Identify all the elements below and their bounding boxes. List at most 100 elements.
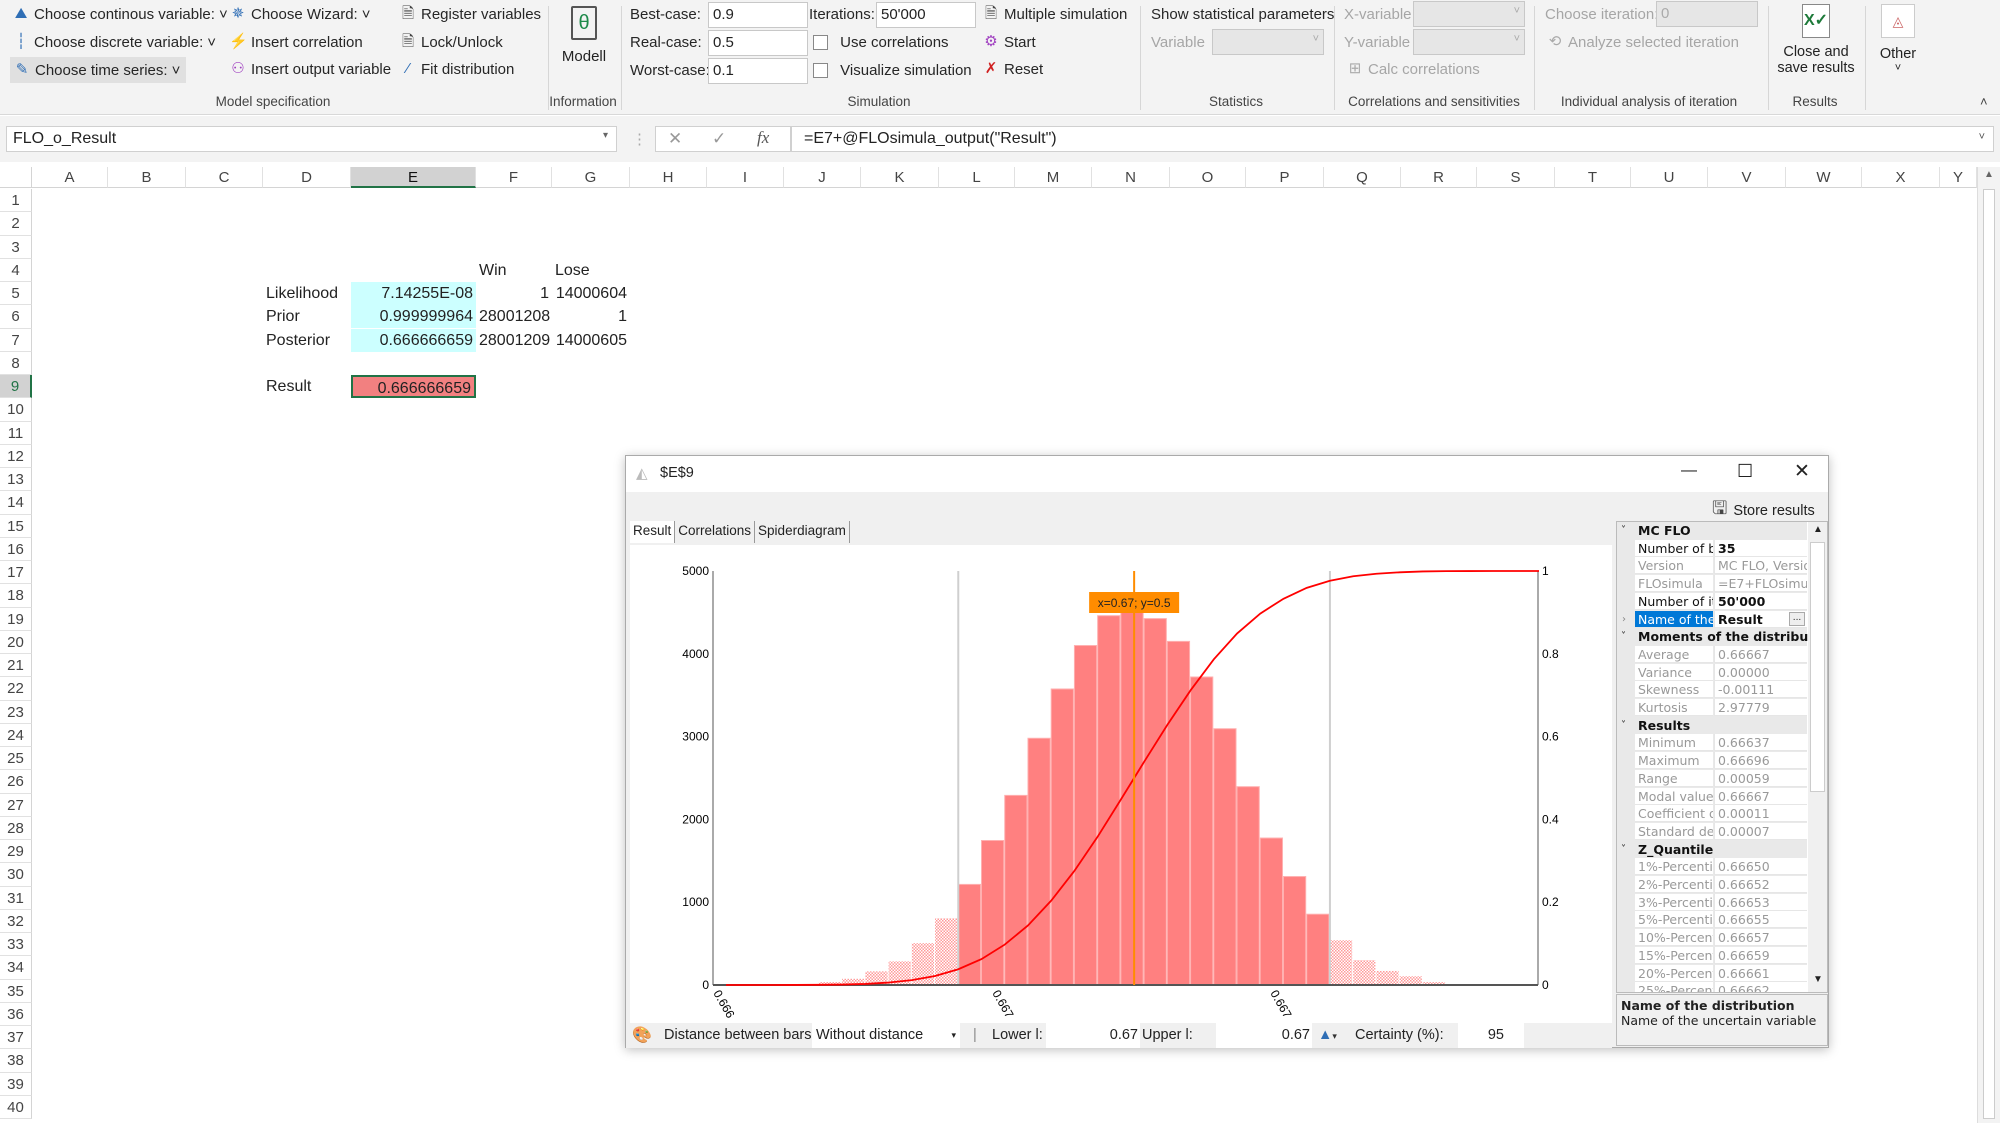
- insert-function-button[interactable]: fx: [757, 128, 769, 148]
- row-header-38[interactable]: 38: [0, 1049, 32, 1073]
- ellipsis-button[interactable]: ...: [1789, 611, 1805, 626]
- calc-correlations-button[interactable]: ⊞ Calc correlations: [1346, 57, 1480, 81]
- insert-output-variable-button[interactable]: ⚇ Insert output variable: [229, 57, 391, 81]
- column-header-M[interactable]: M: [1015, 167, 1092, 188]
- row-header-36[interactable]: 36: [0, 1002, 32, 1026]
- row-header-23[interactable]: 23: [0, 700, 32, 724]
- property-row[interactable]: Name of the Result ›...: [1617, 610, 1807, 629]
- property-row[interactable]: Kurtosis 2.97779: [1617, 699, 1807, 717]
- iterations-input[interactable]: 50'000: [876, 2, 976, 28]
- cell-D6[interactable]: Prior: [263, 305, 351, 328]
- property-row[interactable]: Number of bins35: [1617, 539, 1807, 558]
- cell-E5[interactable]: 7.14255E-08: [351, 282, 476, 305]
- name-box[interactable]: FLO_o_Result ▾: [6, 126, 617, 152]
- column-header-T[interactable]: T: [1555, 167, 1631, 188]
- column-header-S[interactable]: S: [1477, 167, 1555, 188]
- property-row[interactable]: 10%-Percentile0.66657: [1617, 929, 1807, 947]
- row-header-31[interactable]: 31: [0, 886, 32, 910]
- column-header-A[interactable]: A: [32, 167, 108, 188]
- certainty-mode-icon[interactable]: ▲▾: [1318, 1023, 1337, 1048]
- column-header-L[interactable]: L: [939, 167, 1015, 188]
- property-row[interactable]: Standard dev0.00007: [1617, 822, 1807, 841]
- cell-G4[interactable]: Lose: [552, 259, 630, 282]
- row-header-13[interactable]: 13: [0, 468, 32, 492]
- close-button[interactable]: ✕: [1794, 460, 1810, 483]
- row-header-10[interactable]: 10: [0, 398, 32, 422]
- column-header-J[interactable]: J: [784, 167, 861, 188]
- reset-button[interactable]: ✗ Reset: [982, 57, 1043, 81]
- row-header-27[interactable]: 27: [0, 793, 32, 817]
- scrollbar-thumb[interactable]: [1810, 542, 1825, 792]
- property-row[interactable]: 5%-Percentile0.66655: [1617, 911, 1807, 929]
- column-header-E[interactable]: E: [351, 167, 476, 188]
- column-header-K[interactable]: K: [861, 167, 939, 188]
- choose-time-series-button[interactable]: ✎ Choose time series: ˅: [10, 57, 187, 83]
- row-header-5[interactable]: 5: [0, 282, 32, 306]
- row-header-7[interactable]: 7: [0, 328, 32, 352]
- fit-distribution-button[interactable]: ⁄ Fit distribution: [399, 57, 515, 81]
- property-row[interactable]: FLOsimula=E7+FLOsimula: [1617, 575, 1807, 593]
- property-row[interactable]: Skewness -0.00111: [1617, 681, 1807, 699]
- property-row[interactable]: 2%-Percentile0.66652: [1617, 876, 1807, 894]
- column-header-Q[interactable]: Q: [1324, 167, 1401, 188]
- column-header-R[interactable]: R: [1401, 167, 1477, 188]
- property-row[interactable]: Coefficient of 0.00011: [1617, 805, 1807, 823]
- property-row[interactable]: Modal value 0.66667: [1617, 787, 1807, 806]
- row-header-40[interactable]: 40: [0, 1095, 32, 1119]
- property-row[interactable]: 15%-Percentile0.66659: [1617, 946, 1807, 965]
- column-header-D[interactable]: D: [263, 167, 351, 188]
- property-row[interactable]: 1%-Percentile0.66650: [1617, 858, 1807, 876]
- lock-unlock-button[interactable]: 🗎 Lock/Unlock: [399, 30, 503, 54]
- column-header-X[interactable]: X: [1862, 167, 1940, 188]
- column-header-I[interactable]: I: [707, 167, 784, 188]
- property-grid-scrollbar[interactable]: ▲ ▼: [1808, 522, 1827, 992]
- property-row[interactable]: Minimum 0.66637: [1617, 734, 1807, 752]
- choose-continuous-variable-button[interactable]: ⛰ Choose continous variable: ˅: [12, 2, 228, 26]
- x-variable-select[interactable]: ˅: [1413, 1, 1525, 27]
- show-statistical-parameters-button[interactable]: Show statistical parameters: [1151, 2, 1334, 26]
- column-header-P[interactable]: P: [1246, 167, 1324, 188]
- visualize-simulation-checkbox[interactable]: Visualize simulation: [813, 58, 972, 82]
- chevron-down-icon[interactable]: ˅: [1621, 841, 1626, 859]
- cell-G5[interactable]: 14000604: [552, 282, 630, 305]
- cell-F5[interactable]: 1: [476, 282, 552, 305]
- row-header-16[interactable]: 16: [0, 537, 32, 561]
- analyze-selected-iteration-button[interactable]: ⟲ Analyze selected iteration: [1546, 30, 1739, 54]
- certainty-input[interactable]: 95: [1458, 1023, 1524, 1048]
- row-header-24[interactable]: 24: [0, 723, 32, 747]
- property-row[interactable]: Average 0.66667: [1617, 645, 1807, 664]
- palette-icon[interactable]: 🎨: [632, 1023, 652, 1048]
- column-header-W[interactable]: W: [1786, 167, 1862, 188]
- category-moments-of-the-distribution[interactable]: ˅ Moments of the distribution: [1617, 628, 1827, 646]
- select-all-corner[interactable]: [0, 167, 32, 188]
- column-header-Y[interactable]: Y: [1940, 167, 1977, 188]
- property-row[interactable]: Variance 0.00000: [1617, 663, 1807, 682]
- row-header-6[interactable]: 6: [0, 305, 32, 329]
- chevron-down-icon[interactable]: ˅: [1621, 717, 1626, 735]
- cell-G6[interactable]: 1: [552, 305, 630, 328]
- column-header-G[interactable]: G: [552, 167, 630, 188]
- cell-E9[interactable]: 0.666666659: [351, 375, 476, 398]
- row-header-2[interactable]: 2: [0, 212, 32, 236]
- property-row[interactable]: 25%-Percentile0.66662: [1617, 982, 1807, 992]
- row-header-28[interactable]: 28: [0, 816, 32, 840]
- close-and-save-results-button[interactable]: X✓ Close and save results: [1775, 4, 1857, 76]
- scroll-up-icon[interactable]: ▲: [1984, 169, 1994, 180]
- modell-button[interactable]: θ Modell: [561, 4, 607, 84]
- row-header-30[interactable]: 30: [0, 863, 32, 887]
- lower-limit-input[interactable]: 0.67: [1046, 1023, 1140, 1048]
- use-correlations-checkbox[interactable]: Use correlations: [813, 30, 949, 54]
- property-row[interactable]: 3%-Percentile0.66653: [1617, 893, 1807, 912]
- upper-limit-input[interactable]: 0.67: [1216, 1023, 1312, 1048]
- row-header-1[interactable]: 1: [0, 189, 32, 213]
- row-header-25[interactable]: 25: [0, 747, 32, 771]
- tab-correlations[interactable]: Correlations: [675, 521, 756, 543]
- y-variable-select[interactable]: ˅: [1413, 29, 1525, 55]
- other-button[interactable]: ◬ Other ˅: [1874, 4, 1922, 74]
- property-row[interactable]: Number of iterations50'000: [1617, 592, 1807, 611]
- cell-D7[interactable]: Posterior: [263, 329, 351, 352]
- cancel-icon[interactable]: ✕: [668, 129, 682, 149]
- real-case-input[interactable]: 0.5: [708, 30, 808, 56]
- column-header-V[interactable]: V: [1708, 167, 1786, 188]
- formula-input[interactable]: =E7+@FLOsimula_output("Result") ˅: [791, 126, 1994, 152]
